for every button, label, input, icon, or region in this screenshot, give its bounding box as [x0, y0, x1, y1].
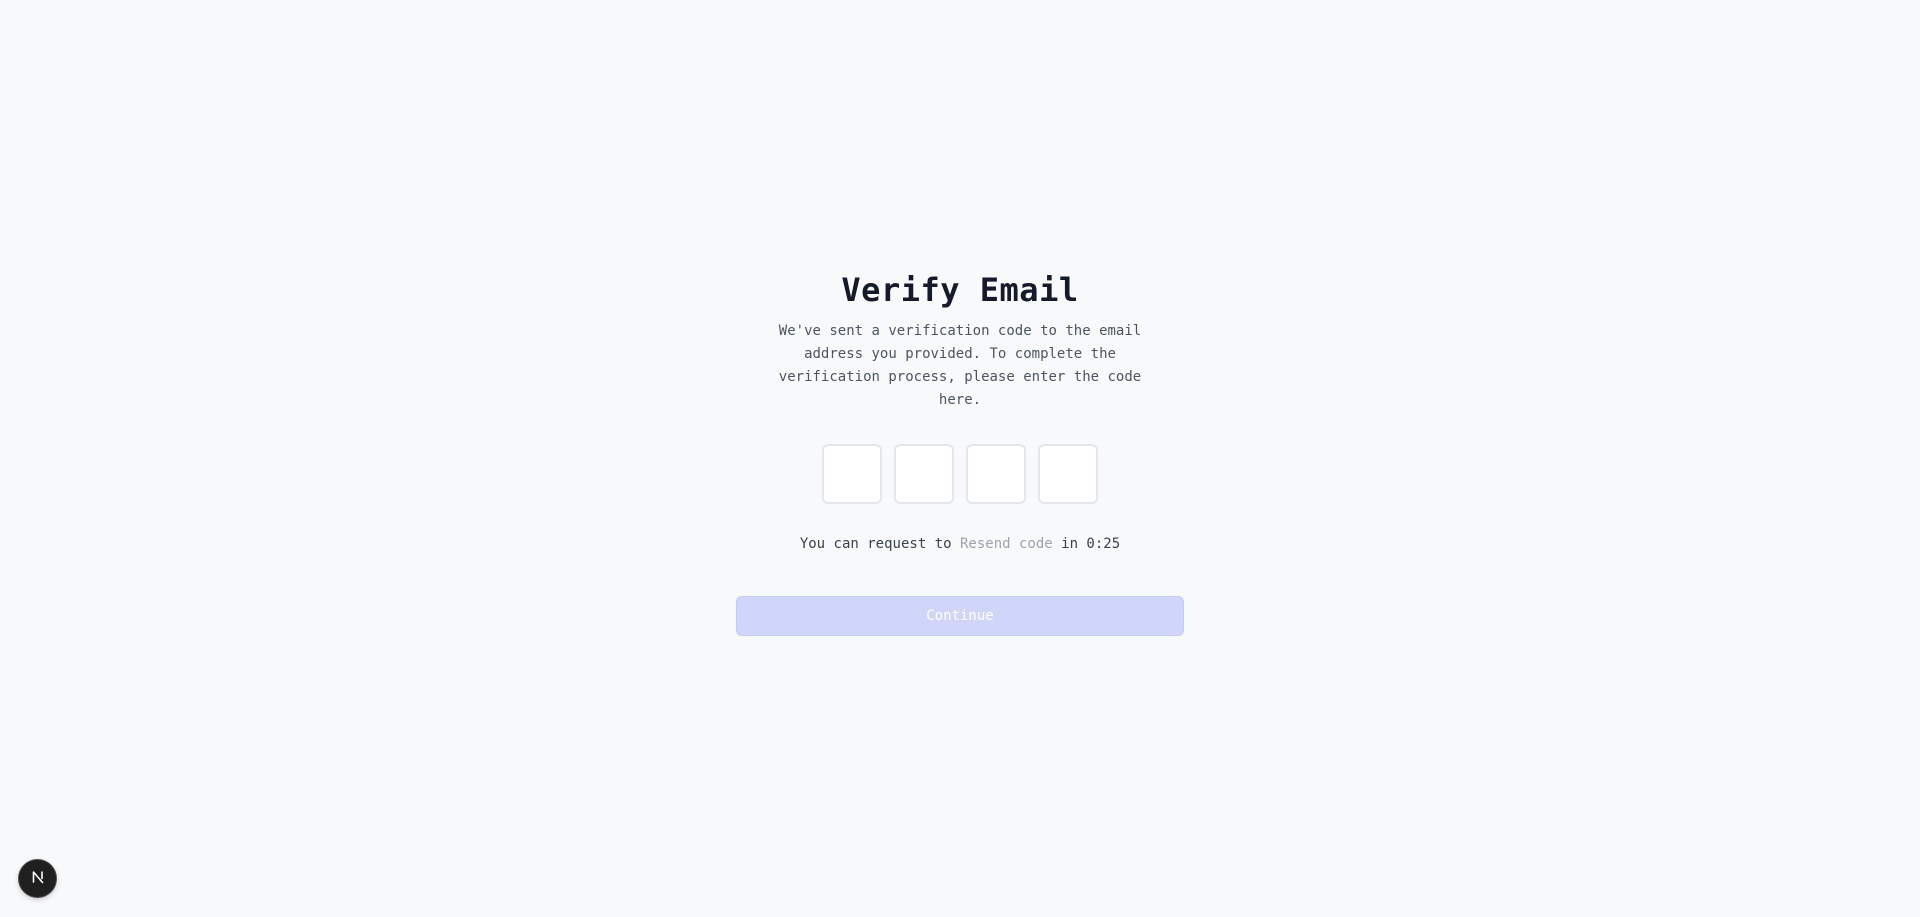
page-subtitle: We've sent a verification code to the em…: [778, 323, 1142, 408]
resend-code-link[interactable]: Resend code: [960, 536, 1053, 552]
verification-code-inputs: [822, 444, 1098, 504]
code-digit-2-input[interactable]: [894, 444, 954, 504]
continue-button[interactable]: Continue: [736, 596, 1184, 636]
resend-countdown: in 0:25: [1061, 536, 1121, 552]
nextjs-dev-badge[interactable]: [19, 860, 56, 897]
resend-timer-text: You can request to Resend code in 0:25: [800, 534, 1120, 554]
resend-prefix: You can request to: [799, 536, 952, 552]
page-title: Verify Email: [841, 271, 1079, 309]
verify-email-card: Verify Email We've sent a verification c…: [736, 268, 1184, 636]
nextjs-logo-icon: [30, 869, 46, 889]
code-digit-4-input[interactable]: [1038, 444, 1098, 504]
code-digit-1-input[interactable]: [822, 444, 882, 504]
code-digit-3-input[interactable]: [966, 444, 1026, 504]
